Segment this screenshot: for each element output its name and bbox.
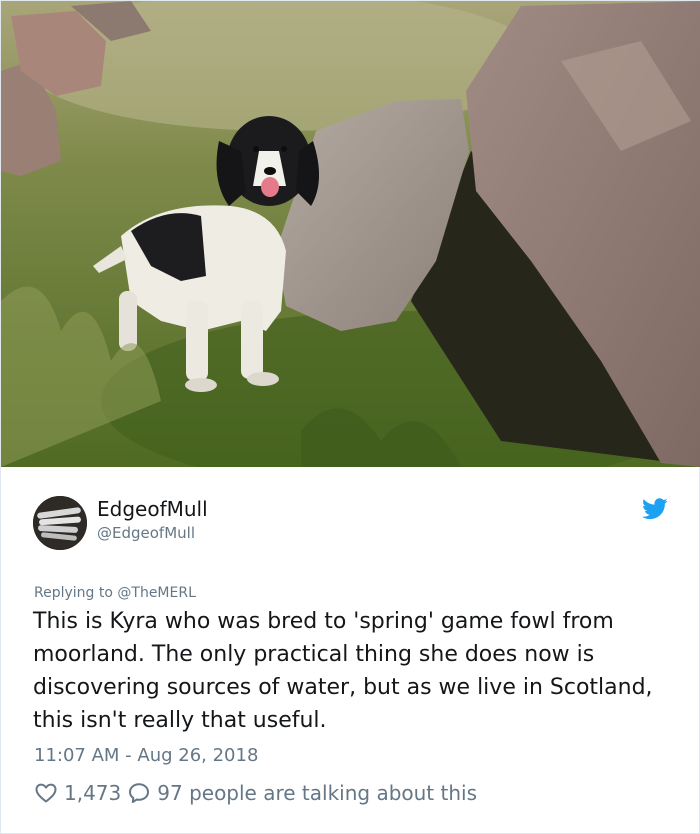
speech-bubble-icon[interactable] (127, 781, 151, 805)
user-handle[interactable]: @EdgeofMull (97, 523, 195, 543)
engagement-bar: 1,473 97 people are talking about this (34, 779, 477, 807)
conversation-count[interactable]: 97 people are talking about this (157, 781, 477, 805)
replying-to-line: Replying to @TheMERL (34, 584, 196, 602)
tweet-text: This is Kyra who was bred to 'spring' ga… (33, 609, 653, 733)
dog-photo-illustration (1, 1, 700, 467)
tweet-card: EdgeofMull @EdgeofMull Replying to @TheM… (0, 0, 700, 834)
twitter-bird-icon[interactable] (642, 498, 668, 520)
like-count[interactable]: 1,473 (64, 781, 121, 805)
tweet-timestamp[interactable]: 11:07 AM - Aug 26, 2018 (34, 744, 258, 768)
replying-to-handle[interactable]: @TheMERL (117, 585, 196, 601)
replying-prefix: Replying to (34, 585, 118, 601)
avatar[interactable] (33, 496, 87, 550)
heart-icon[interactable] (34, 781, 58, 805)
display-name[interactable]: EdgeofMull (97, 497, 208, 521)
tweet-photo[interactable] (1, 1, 700, 467)
avatar-image (33, 496, 87, 550)
